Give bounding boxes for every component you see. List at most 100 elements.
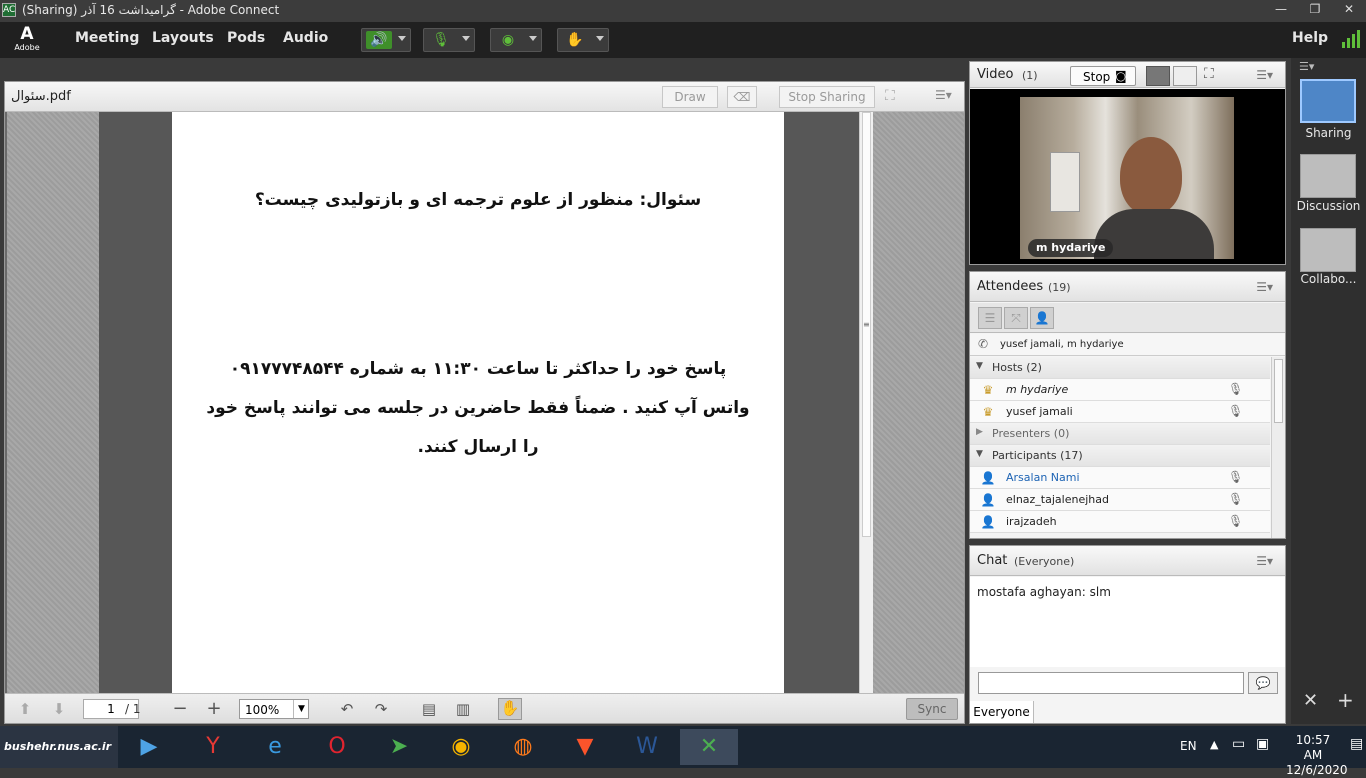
grid-view-icon[interactable] [1146,66,1170,86]
chat-input[interactable] [978,672,1244,694]
show-hidden-icons[interactable]: ▲ [1210,738,1218,751]
firefox-icon[interactable]: ◍ [494,729,552,765]
chevron-down-icon[interactable] [596,36,604,41]
speaker-control[interactable]: 🔊 [361,28,411,52]
chat-tab-everyone[interactable]: Everyone [970,701,1034,723]
chevron-down-icon[interactable] [529,36,537,41]
action-center-icon[interactable]: ▭ [1232,736,1245,752]
minimize-button[interactable]: — [1264,0,1298,20]
breakout-icon[interactable]: ⤧ [1004,307,1028,329]
microphone-icon: 🎙 [1228,470,1244,484]
chrome-icon[interactable]: ◉ [432,729,490,765]
list-item[interactable]: 👤 elnaz_tajalenejhad 🎙 [970,489,1270,511]
menu-help[interactable]: Help [1292,30,1328,46]
close-button[interactable]: ✕ [1332,0,1366,20]
chat-scope: (Everyone) [1014,555,1075,568]
rotate-right-icon[interactable]: ↷ [371,700,391,718]
zoom-out-icon[interactable]: − [170,700,190,718]
sync-button[interactable]: Sync [906,698,958,720]
language-indicator[interactable]: EN [1180,739,1197,753]
presenter-video: m hydariye [1020,97,1234,259]
group-hosts[interactable]: ▼ Hosts (2) [970,357,1270,379]
pod-options-icon[interactable]: ☰▾ [1256,68,1273,82]
notifications-icon[interactable]: ▤ [1350,736,1363,752]
share-pod-footer: ⬆ ⬇ / 1 − + 100% ▼ ↶ ↷ ▤ ▥ ✋ Sync [5,693,964,723]
role-view-icon[interactable]: 👤 [1030,307,1054,329]
group-participants[interactable]: ▼ Participants (17) [970,445,1270,467]
rotate-left-icon[interactable]: ↶ [337,700,357,718]
telegram-icon[interactable]: ➤ [370,729,428,765]
pod-options-icon[interactable]: ☰▾ [1256,280,1273,294]
vertical-scrollbar[interactable]: ≡ [859,112,873,693]
word-icon[interactable]: W [618,729,676,765]
media-player-icon[interactable]: ▶ [120,729,178,765]
fit-page-icon[interactable]: ▤ [419,700,439,718]
menu-pods[interactable]: Pods [227,30,265,46]
grip-icon: ≡ [863,320,870,329]
chevron-down-icon[interactable] [462,36,470,41]
zoom-in-icon[interactable]: + [204,700,224,718]
windows-taskbar: bushehr.nus.ac.ir ▶ Y e O ➤ ◉ ◍ ▼ W ✕ EN… [0,726,1366,777]
webcam-control[interactable]: ◉ [490,28,542,52]
attendees-toolbar: ☰ ⤧ 👤 [970,303,1285,333]
connection-strength-icon [1342,30,1360,48]
participant-icon: 👤 [980,493,996,507]
adobe-connect-taskbar-icon[interactable]: ✕ [680,729,738,765]
layout-sharing[interactable] [1300,79,1356,123]
zoom-select[interactable]: 100% ▼ [239,699,309,719]
system-clock[interactable]: 10:57 AM 12/6/2020 [1286,733,1348,778]
internet-explorer-icon[interactable]: e [246,729,304,765]
pod-options-icon[interactable]: ☰▾ [1256,554,1273,568]
chevron-down-icon[interactable] [398,36,406,41]
layouts-bar: ☰▾ Sharing Discussion Collabo... ✕ + [1291,58,1366,724]
list-item[interactable]: 👤 irajzadeh 🎙 [970,511,1270,533]
add-layout-icon[interactable]: + [1337,688,1354,712]
chevron-right-icon: ▶ [976,427,983,437]
menu-audio[interactable]: Audio [283,30,328,46]
filmstrip-view-icon[interactable] [1173,66,1197,86]
layout-collaboration[interactable] [1300,228,1356,272]
layout-discussion[interactable] [1300,154,1356,198]
opera-icon[interactable]: O [308,729,366,765]
draw-button[interactable]: Draw [662,86,718,108]
maximize-button[interactable]: ❐ [1298,0,1332,20]
attendee-scrollbar[interactable] [1271,357,1285,538]
send-message-button[interactable]: 💬 [1248,672,1278,694]
next-page-icon[interactable]: ⬇ [49,700,69,718]
host-icon: ♛ [982,383,994,397]
attendee-name: Arsalan Nami [1006,471,1080,484]
scroll-thumb[interactable] [1274,359,1283,423]
speaking-now-bar: ✆ yusef jamali, m hydariye [970,334,1285,356]
fullscreen-icon[interactable]: ⛶ [1204,66,1214,82]
layouts-menu-icon[interactable]: ☰▾ [1299,60,1314,73]
watermark: bushehr.nus.ac.ir [0,726,118,768]
previous-page-icon[interactable]: ⬆ [15,700,35,718]
microphone-control[interactable]: 🎙 [423,28,475,52]
hand-tool-icon[interactable]: ✋ [498,698,522,720]
pointer-tool-button[interactable]: ⌫ [727,86,757,108]
microphone-icon: 🎙 [1228,514,1244,528]
yandex-browser-icon[interactable]: Y [184,729,242,765]
menu-meeting[interactable]: Meeting [75,30,139,46]
chevron-down-icon: ▼ [976,361,983,371]
menu-layouts[interactable]: Layouts [152,30,214,46]
tools-icon[interactable]: ✕ [1303,690,1318,711]
list-item[interactable]: 👤 Arsalan Nami 🎙 [970,467,1270,489]
speaking-microphone-icon: 🎙 [1228,382,1244,396]
status-control[interactable]: ✋ [557,28,609,52]
adobe-logo: A Adobe [14,24,40,52]
list-item[interactable]: ♛ yusef jamali 🎙 [970,401,1270,423]
window-titlebar: AC (Sharing) گرامیداشت 16 آذر - Adobe Co… [0,0,1366,22]
fit-width-icon[interactable]: ▥ [453,700,473,718]
stop-video-button[interactable]: Stop ◙ [1070,66,1136,86]
pod-options-icon[interactable]: ☰▾ [935,88,952,102]
share-pod-header: سئوال.pdf Draw ⌫ Stop Sharing ⛶ ☰▾ [5,82,964,112]
webcam-icon: ◉ [501,32,515,48]
network-icon[interactable]: ▣ [1256,736,1269,752]
brave-icon[interactable]: ▼ [556,729,614,765]
fullscreen-icon[interactable]: ⛶ [885,88,895,104]
stop-sharing-button[interactable]: Stop Sharing [779,86,875,108]
list-view-icon[interactable]: ☰ [978,307,1002,329]
group-presenters[interactable]: ▶ Presenters (0) [970,423,1270,445]
list-item[interactable]: ♛ m hydariye 🎙 [970,379,1270,401]
